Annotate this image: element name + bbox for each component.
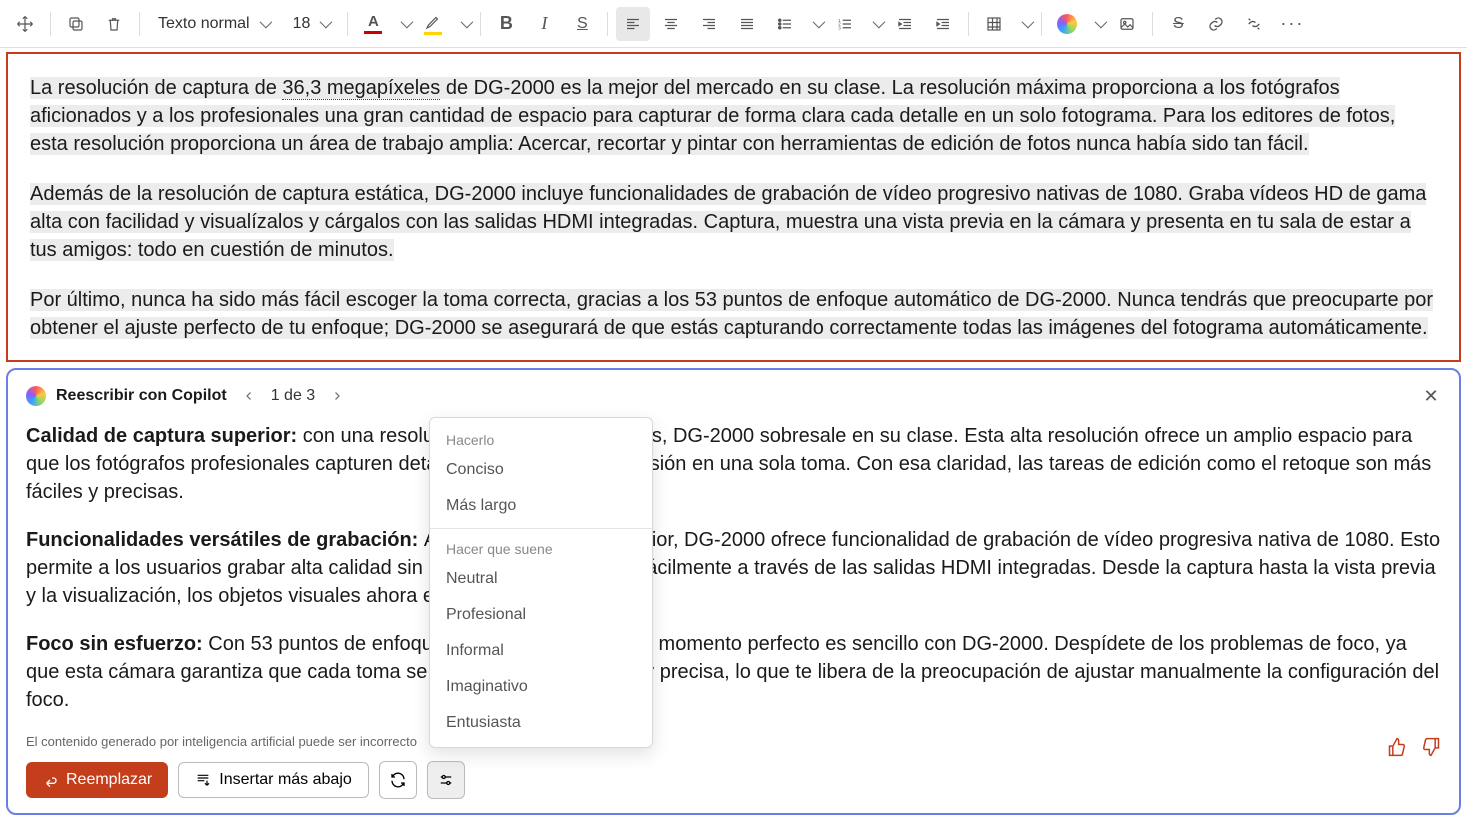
suggestion-paragraph-3: Foco sin esfuerzo: Con 53 puntos de enfo…	[26, 630, 1441, 714]
bullet-list-button[interactable]	[768, 7, 802, 41]
image-button[interactable]	[1110, 7, 1144, 41]
doc-paragraph-3[interactable]: Por último, nunca ha sido más fácil esco…	[30, 286, 1437, 342]
next-suggestion-button[interactable]	[325, 384, 349, 408]
align-justify-button[interactable]	[730, 7, 764, 41]
replace-button[interactable]: Reemplazar	[26, 762, 168, 798]
numbered-list-dropdown[interactable]	[866, 7, 884, 41]
ai-disclaimer: El contenido generado por inteligencia a…	[26, 734, 1441, 749]
align-center-button[interactable]	[654, 7, 688, 41]
copilot-header: Reescribir con Copilot 1 de 3	[26, 384, 1441, 408]
bold-button[interactable]: B	[489, 7, 523, 41]
suggestion-paragraph-1: Calidad de captura superior: con una res…	[26, 422, 1441, 506]
tone-option-imaginative[interactable]: Imaginativo	[430, 669, 652, 705]
paragraph-style-dropdown[interactable]: Texto normal	[148, 7, 279, 41]
chevron-down-icon	[316, 15, 329, 33]
thumbs-up-button[interactable]	[1387, 737, 1407, 757]
highlight-button[interactable]	[416, 7, 450, 41]
copilot-icon[interactable]	[1050, 7, 1084, 41]
unlink-button[interactable]	[1237, 7, 1271, 41]
copy-icon[interactable]	[59, 7, 93, 41]
prev-suggestion-button[interactable]	[237, 384, 261, 408]
doc-paragraph-1[interactable]: La resolución de captura de 36,3 megapíx…	[30, 74, 1437, 158]
sliders-icon	[437, 771, 455, 789]
tone-option-professional[interactable]: Profesional	[430, 597, 652, 633]
svg-text:3: 3	[839, 25, 842, 30]
feedback-buttons	[1387, 737, 1441, 757]
copilot-footer: Reemplazar Insertar más abajo	[26, 761, 1441, 799]
toolbar: Texto normal 18 A B I S 123 S ···	[0, 0, 1467, 48]
menu-divider	[430, 528, 652, 529]
suggestion-paragraph-2: Funcionalidades versátiles de grabación:…	[26, 526, 1441, 610]
align-left-button[interactable]	[616, 7, 650, 41]
font-color-button[interactable]: A	[356, 7, 390, 41]
underline-button[interactable]: S	[565, 7, 599, 41]
doc-paragraph-2[interactable]: Además de la resolución de captura estát…	[30, 180, 1437, 264]
thumbs-down-button[interactable]	[1421, 737, 1441, 757]
insert-below-icon	[195, 772, 211, 788]
tone-option-longer[interactable]: Más largo	[430, 488, 652, 524]
move-icon[interactable]	[8, 7, 42, 41]
copilot-title: Reescribir con Copilot	[56, 387, 227, 405]
insert-below-button[interactable]: Insertar más abajo	[178, 762, 369, 798]
suggestion-counter: 1 de 3	[271, 387, 315, 405]
tone-menu-popup: Hacerlo Conciso Más largo Hacer que suen…	[429, 417, 653, 748]
tone-option-informal[interactable]: Informal	[430, 633, 652, 669]
align-right-button[interactable]	[692, 7, 726, 41]
table-dropdown[interactable]	[1015, 7, 1033, 41]
highlight-dropdown[interactable]	[454, 7, 472, 41]
tone-option-enthusiast[interactable]: Entusiasta	[430, 705, 652, 741]
regenerate-button[interactable]	[379, 761, 417, 799]
decrease-indent-button[interactable]	[888, 7, 922, 41]
bullet-list-dropdown[interactable]	[806, 7, 824, 41]
copilot-logo-icon	[26, 386, 46, 406]
regenerate-icon	[389, 771, 407, 789]
tone-adjust-button[interactable]	[427, 761, 465, 799]
italic-button[interactable]: I	[527, 7, 561, 41]
font-size-value: 18	[293, 15, 311, 33]
copilot-dropdown[interactable]	[1088, 7, 1106, 41]
document-selection[interactable]: La resolución de captura de 36,3 megapíx…	[6, 52, 1461, 362]
strikethrough-button[interactable]: S	[1161, 7, 1195, 41]
copilot-rewrite-panel: Reescribir con Copilot 1 de 3 ✕ Calidad …	[6, 368, 1461, 815]
replace-arrow-icon	[42, 772, 58, 788]
paragraph-style-label: Texto normal	[158, 15, 250, 33]
numbered-list-button[interactable]: 123	[828, 7, 862, 41]
close-button[interactable]: ✕	[1417, 382, 1445, 410]
tone-section-make-it: Hacerlo	[430, 424, 652, 452]
chevron-down-icon	[256, 15, 269, 33]
tone-option-concise[interactable]: Conciso	[430, 452, 652, 488]
delete-icon[interactable]	[97, 7, 131, 41]
table-button[interactable]	[977, 7, 1011, 41]
megapixel-link[interactable]: 36,3 megapíxeles	[282, 77, 440, 100]
more-options-button[interactable]: ···	[1275, 7, 1309, 41]
font-color-dropdown[interactable]	[394, 7, 412, 41]
increase-indent-button[interactable]	[926, 7, 960, 41]
copilot-suggestion-body: Calidad de captura superior: con una res…	[26, 422, 1441, 714]
link-button[interactable]	[1199, 7, 1233, 41]
tone-option-neutral[interactable]: Neutral	[430, 561, 652, 597]
font-size-dropdown[interactable]: 18	[283, 7, 340, 41]
tone-section-sound: Hacer que suene	[430, 533, 652, 561]
